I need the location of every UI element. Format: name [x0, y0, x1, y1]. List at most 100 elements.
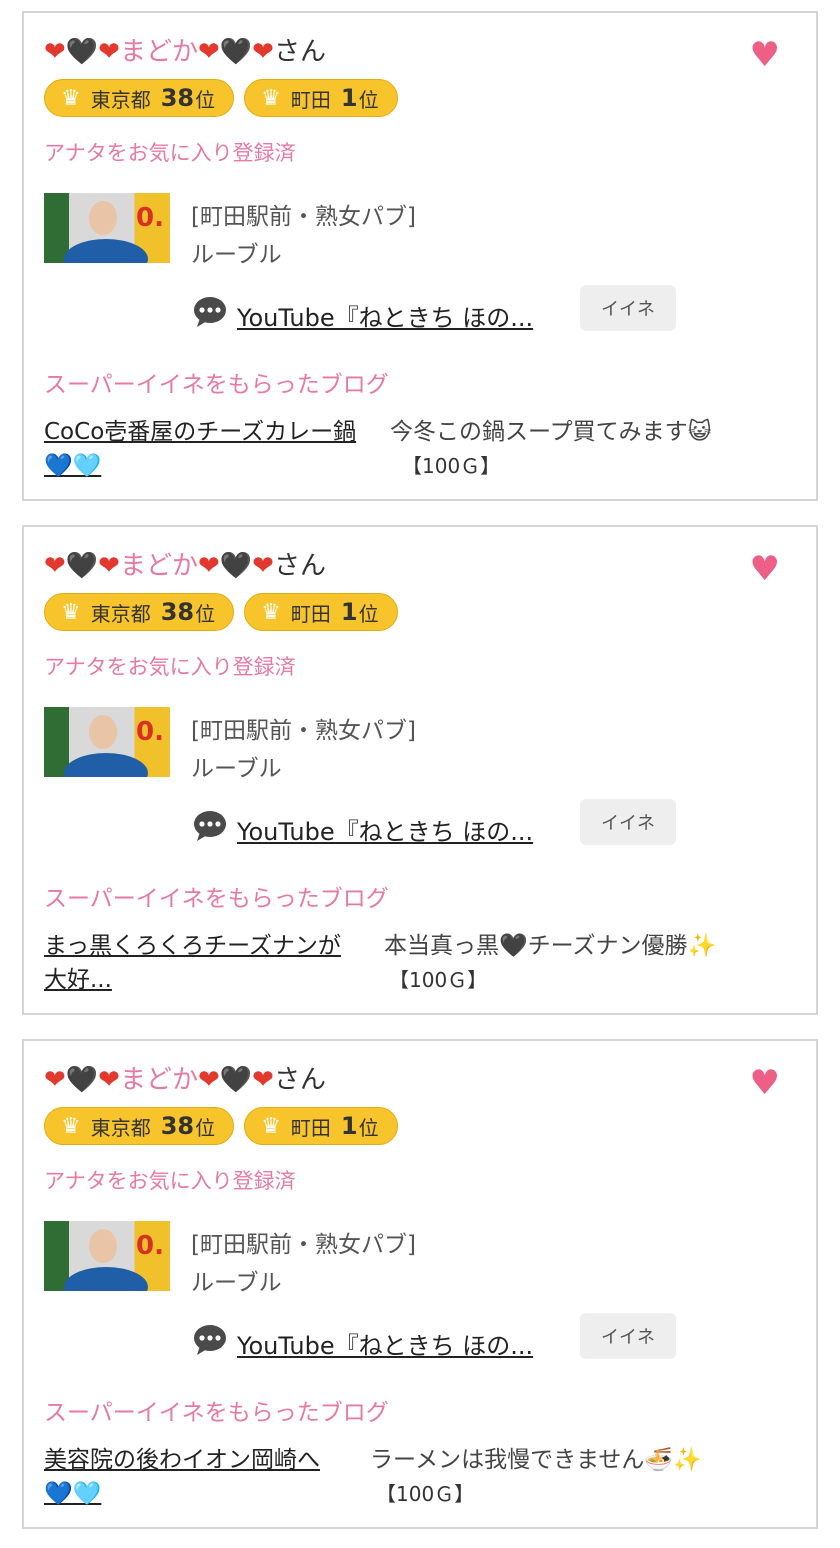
blog-points: 【100Ｇ】	[389, 968, 488, 992]
shop-category: [町田駅前・熟女パブ]	[191, 718, 416, 744]
user-name-text: まどか	[119, 37, 198, 67]
favorite-status-text: アナタをお気に入り登録済	[44, 1169, 296, 1193]
rank-number: 1	[340, 598, 358, 626]
blog-title-link[interactable]: まっ黒くろくろチーズナンが 大好...	[44, 929, 341, 997]
rank-number: 1	[340, 84, 358, 112]
thumbnail-mark: 0.	[136, 1231, 164, 1261]
thumbnail-face	[89, 1229, 117, 1263]
black-heart-icon: 🖤	[219, 37, 253, 67]
shop-name[interactable]: ルーブル	[191, 1263, 282, 1297]
black-heart-icon: 🖤	[219, 1065, 253, 1095]
rank-badge-city: ♛ 町田 1 位	[244, 593, 398, 631]
rank-region: 東京都	[90, 601, 151, 626]
shop-thumbnail[interactable]: 0.	[44, 1221, 170, 1291]
honorific-suffix: さん	[273, 551, 326, 581]
iine-button[interactable]: イイネ	[580, 799, 676, 845]
red-heart-icon: ❤	[197, 37, 220, 67]
timeline-card: ❤🖤❤まどか❤🖤❤さん ♥ ♛ 東京都 38 位 ♛ 町田 1 位 アナタをお気…	[22, 1039, 818, 1529]
favorite-heart-icon[interactable]: ♥	[750, 35, 780, 75]
crown-icon: ♛	[261, 85, 281, 111]
rank-badge-prefecture: ♛ 東京都 38 位	[44, 79, 235, 117]
red-heart-icon: ❤	[98, 551, 120, 581]
blog-excerpt: ラーメンは我慢できません🍜✨	[370, 1447, 702, 1473]
favorite-heart-icon[interactable]: ♥	[750, 1063, 780, 1103]
shop-thumbnail[interactable]: 0.	[44, 193, 170, 263]
rank-region: 東京都	[90, 1115, 151, 1140]
rank-region: 東京都	[90, 87, 151, 112]
blog-title-line2: 💙🩵	[44, 453, 102, 479]
user-name-text: まどか	[119, 551, 198, 581]
rank-unit: 位	[195, 1115, 216, 1140]
rank-number: 38	[160, 84, 195, 112]
crown-icon: ♛	[61, 85, 81, 111]
iine-button[interactable]: イイネ	[580, 1313, 676, 1359]
blog-excerpt: 今冬この鍋スープ買てみます😺	[390, 419, 712, 445]
blog-title-line2: 大好...	[44, 967, 112, 993]
thumbnail-bowl	[64, 239, 148, 263]
rank-number: 1	[340, 1112, 358, 1140]
rank-badge-city: ♛ 町田 1 位	[244, 1107, 398, 1145]
comment-link[interactable]: YouTube『ねときち ほの...	[237, 812, 533, 847]
shop-thumbnail[interactable]: 0.	[44, 707, 170, 777]
rank-region: 町田	[290, 1115, 331, 1140]
thumbnail-mark: 0.	[136, 203, 164, 233]
favorite-heart-icon[interactable]: ♥	[750, 549, 780, 589]
super-like-blog-heading: スーパーイイネをもらったブログ	[44, 1400, 389, 1426]
blog-title-line1: 美容院の後わイオン岡崎へ	[44, 1447, 320, 1473]
speech-bubble-icon	[194, 811, 226, 841]
red-heart-icon: ❤	[197, 551, 220, 581]
red-heart-icon: ❤	[44, 1065, 66, 1095]
red-heart-icon: ❤	[252, 551, 274, 581]
shop-name[interactable]: ルーブル	[191, 235, 282, 269]
black-heart-icon: 🖤	[65, 551, 99, 581]
red-heart-icon: ❤	[44, 551, 66, 581]
super-like-blog-heading: スーパーイイネをもらったブログ	[44, 886, 389, 912]
rank-badge-prefecture: ♛ 東京都 38 位	[44, 593, 235, 631]
rank-badges: ♛ 東京都 38 位 ♛ 町田 1 位	[44, 1107, 398, 1145]
red-heart-icon: ❤	[98, 37, 120, 67]
shop-name[interactable]: ルーブル	[191, 749, 282, 783]
thumbnail-face	[89, 715, 117, 749]
blog-title-line2: 💙🩵	[44, 1481, 102, 1507]
blog-points: 【100Ｇ】	[402, 454, 501, 478]
rank-badge-prefecture: ♛ 東京都 38 位	[44, 1107, 235, 1145]
user-name[interactable]: ❤🖤❤まどか❤🖤❤さん	[44, 549, 326, 583]
shop-category: [町田駅前・熟女パブ]	[191, 1232, 416, 1258]
user-name[interactable]: ❤🖤❤まどか❤🖤❤さん	[44, 1063, 326, 1097]
blog-title-link[interactable]: 美容院の後わイオン岡崎へ 💙🩵	[44, 1443, 320, 1511]
blog-title-link[interactable]: CoCo壱番屋のチーズカレー鍋 💙🩵	[44, 415, 356, 483]
black-heart-icon: 🖤	[219, 551, 253, 581]
user-name-text: まどか	[119, 1065, 198, 1095]
blog-title-line1: まっ黒くろくろチーズナンが	[44, 933, 341, 959]
rank-region: 町田	[290, 87, 331, 112]
crown-icon: ♛	[261, 599, 281, 625]
crown-icon: ♛	[61, 599, 81, 625]
favorite-status-text: アナタをお気に入り登録済	[44, 655, 296, 679]
comment-link[interactable]: YouTube『ねときち ほの...	[237, 1326, 533, 1361]
crown-icon: ♛	[61, 1113, 81, 1139]
user-name[interactable]: ❤🖤❤まどか❤🖤❤さん	[44, 35, 326, 69]
thumbnail-face	[89, 201, 117, 235]
favorite-status-text: アナタをお気に入り登録済	[44, 141, 296, 165]
thumbnail-mark: 0.	[136, 717, 164, 747]
honorific-suffix: さん	[273, 1065, 326, 1095]
rank-badges: ♛ 東京都 38 位 ♛ 町田 1 位	[44, 79, 398, 117]
blog-points: 【100Ｇ】	[376, 1482, 475, 1506]
rank-badge-city: ♛ 町田 1 位	[244, 79, 398, 117]
shop-category: [町田駅前・熟女パブ]	[191, 204, 416, 230]
rank-unit: 位	[195, 601, 216, 626]
thumbnail-bowl	[64, 1267, 148, 1291]
blog-excerpt: 本当真っ黒🖤チーズナン優勝✨	[384, 933, 717, 959]
rank-number: 38	[160, 1112, 195, 1140]
red-heart-icon: ❤	[98, 1065, 120, 1095]
red-heart-icon: ❤	[252, 1065, 274, 1095]
iine-button[interactable]: イイネ	[580, 285, 676, 331]
comment-link[interactable]: YouTube『ねときち ほの...	[237, 298, 533, 333]
rank-number: 38	[160, 598, 195, 626]
honorific-suffix: さん	[273, 37, 326, 67]
red-heart-icon: ❤	[44, 37, 66, 67]
rank-unit: 位	[195, 87, 216, 112]
timeline-card: ❤🖤❤まどか❤🖤❤さん ♥ ♛ 東京都 38 位 ♛ 町田 1 位 アナタをお気…	[22, 11, 818, 501]
crown-icon: ♛	[261, 1113, 281, 1139]
black-heart-icon: 🖤	[65, 1065, 99, 1095]
